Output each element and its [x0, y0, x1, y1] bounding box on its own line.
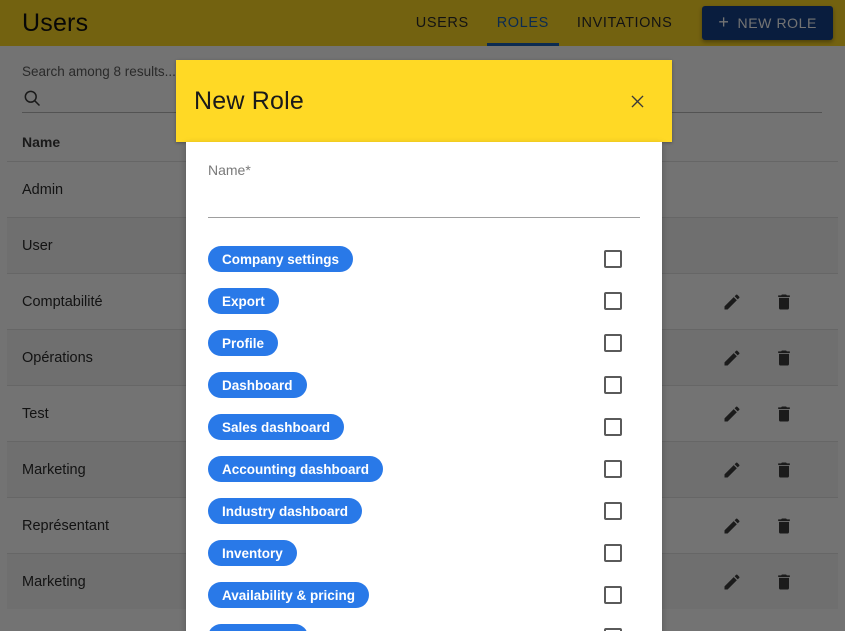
permission-checkbox[interactable] [604, 292, 622, 310]
permission-list: Company settings Export Profile Dashboar… [208, 238, 640, 631]
permission-chip[interactable]: Inventory [208, 540, 297, 566]
permission-chip[interactable]: Accounting dashboard [208, 456, 384, 482]
app-root: Users USERS ROLES INVITATIONS + NEW ROLE… [0, 0, 845, 631]
permission-checkbox[interactable] [604, 376, 622, 394]
permission-row: Profile [208, 322, 640, 364]
permission-chip[interactable]: Profile [208, 330, 279, 356]
close-icon[interactable] [626, 90, 648, 112]
permission-checkbox[interactable] [604, 544, 622, 562]
dialog-title: New Role [194, 86, 304, 115]
permission-row: Industry dashboard [208, 490, 640, 532]
permission-row: Accounting dashboard [208, 448, 640, 490]
permission-row: Dashboard [208, 364, 640, 406]
permission-chip[interactable]: Company settings [208, 246, 354, 272]
permission-chip[interactable]: Export [208, 288, 279, 314]
permission-checkbox[interactable] [604, 460, 622, 478]
permission-row [208, 616, 640, 631]
permission-row: Availability & pricing [208, 574, 640, 616]
permission-checkbox[interactable] [604, 334, 622, 352]
permission-checkbox[interactable] [604, 418, 622, 436]
permission-chip[interactable]: Dashboard [208, 372, 307, 398]
dialog-header: New Role [176, 60, 672, 142]
new-role-dialog: New Role Name* Company settings Export P… [176, 60, 672, 631]
permission-row: Inventory [208, 532, 640, 574]
permission-row: Export [208, 280, 640, 322]
permission-chip[interactable]: Sales dashboard [208, 414, 345, 440]
permission-checkbox[interactable] [604, 502, 622, 520]
name-field-label: Name* [208, 162, 251, 178]
permission-checkbox[interactable] [604, 586, 622, 604]
dialog-body: Name* Company settings Export Profile Da… [186, 142, 662, 631]
permission-checkbox[interactable] [604, 250, 622, 268]
name-input[interactable] [208, 180, 640, 218]
permission-chip[interactable] [208, 624, 308, 631]
permission-row: Company settings [208, 238, 640, 280]
permission-chip[interactable]: Availability & pricing [208, 582, 370, 608]
permission-chip[interactable]: Industry dashboard [208, 498, 363, 524]
permission-row: Sales dashboard [208, 406, 640, 448]
